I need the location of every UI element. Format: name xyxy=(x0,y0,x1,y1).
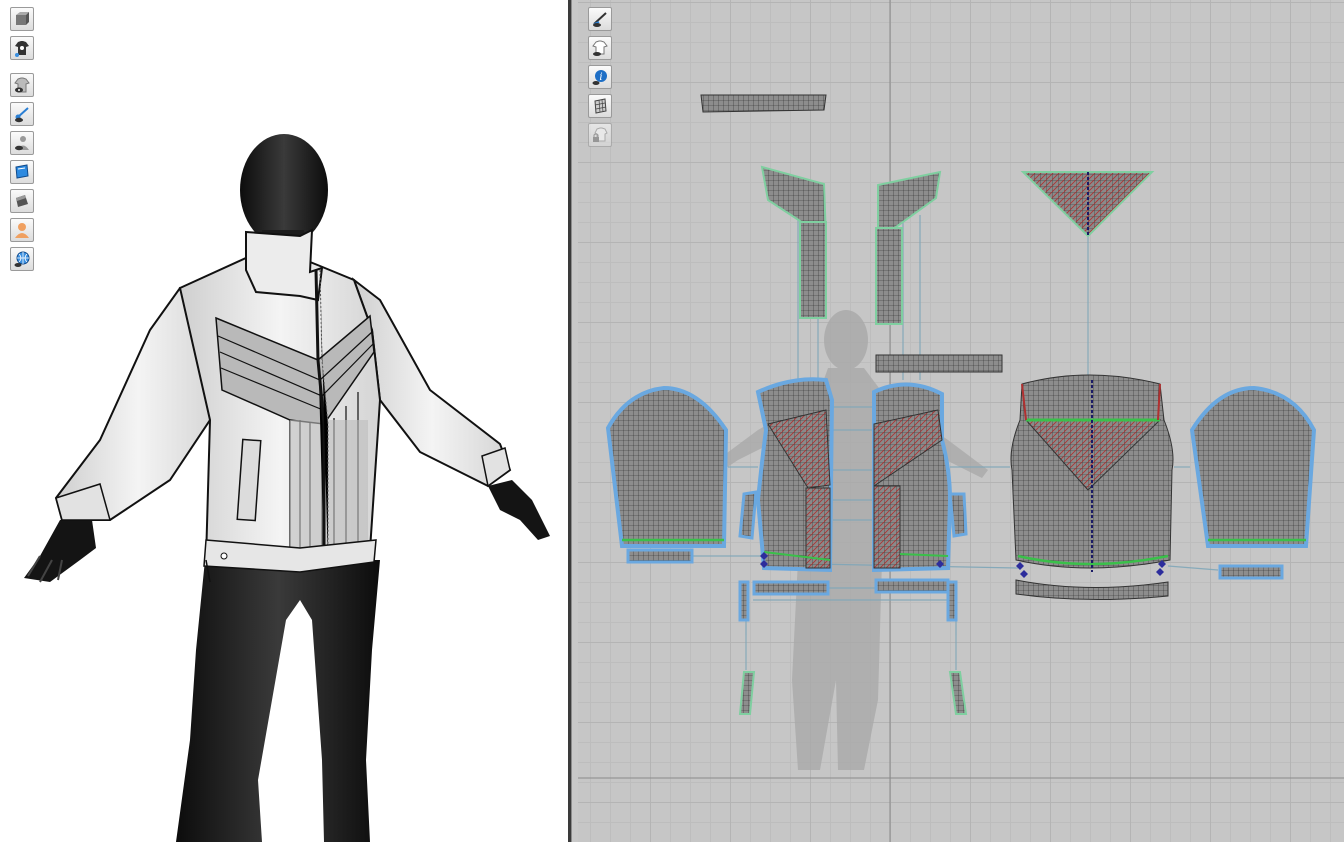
pattern-piece-placket-right xyxy=(875,227,903,325)
pattern-piece-tab-right xyxy=(948,671,968,715)
avatar-legs xyxy=(176,560,380,842)
pattern-piece-pocket-welt-left xyxy=(738,580,750,622)
2d-pattern-window[interactable]: i xyxy=(578,0,1344,842)
pattern-piece-back-hem xyxy=(1015,579,1169,601)
show-sewing-lines-icon[interactable] xyxy=(588,7,612,31)
pattern-piece-front-hem-left xyxy=(752,580,830,596)
pattern-piece-pocket-welt-right xyxy=(946,580,958,622)
2d-view-toolbar: i xyxy=(588,7,612,152)
show-mesh-icon[interactable] xyxy=(588,94,612,118)
avatar-head xyxy=(240,134,328,246)
jacket-collar xyxy=(245,228,324,302)
show-info-icon[interactable]: i xyxy=(588,65,612,89)
viewport-splitter[interactable] xyxy=(568,0,578,842)
svg-text:i: i xyxy=(599,72,602,83)
pattern-piece-tab-left xyxy=(738,671,756,715)
3d-viewport[interactable] xyxy=(0,0,568,842)
show-pattern-icon[interactable] xyxy=(588,36,612,60)
avatar-right-hand xyxy=(488,480,550,540)
pattern-piece-left-cuff xyxy=(626,548,694,564)
pattern-canvas xyxy=(578,0,1344,842)
pattern-piece-placket-left xyxy=(799,221,827,319)
pattern-piece-right-cuff xyxy=(1218,564,1284,580)
lock-pattern-icon[interactable] xyxy=(588,123,612,147)
pattern-piece-right-sleeve xyxy=(1189,385,1317,548)
pattern-piece-side-right xyxy=(948,492,968,538)
pattern-piece-side-left xyxy=(738,490,758,540)
pattern-piece-top-strip xyxy=(700,94,827,113)
pattern-piece-front-hem-right xyxy=(874,578,950,594)
avatar-3d-render xyxy=(24,134,550,842)
pattern-piece-collar-band xyxy=(875,354,1003,373)
pattern-piece-left-sleeve xyxy=(605,385,729,548)
